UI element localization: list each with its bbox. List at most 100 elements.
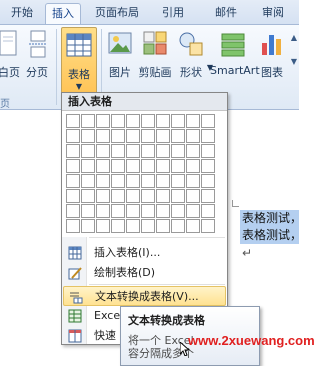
table-grid-cell[interactable] [111,189,125,203]
tab-references[interactable]: 引用 [155,3,191,24]
table-grid-cell[interactable] [156,219,170,233]
table-grid-cell[interactable] [186,144,200,158]
table-grid-cell[interactable] [171,114,185,128]
table-grid-cell[interactable] [201,159,215,173]
table-grid-cell[interactable] [186,114,200,128]
table-grid-cell[interactable] [96,144,110,158]
page-break-button[interactable]: 分页 [24,29,50,80]
table-grid-cell[interactable] [111,129,125,143]
table-grid-cell[interactable] [111,219,125,233]
table-grid-cell[interactable] [141,129,155,143]
table-grid-cell[interactable] [156,144,170,158]
table-grid-cell[interactable] [201,144,215,158]
table-grid-cell[interactable] [171,189,185,203]
selected-text-line[interactable]: 表格测试， [240,227,299,244]
table-grid-cell[interactable] [186,204,200,218]
table-grid-cell[interactable] [141,204,155,218]
table-grid-cell[interactable] [156,204,170,218]
table-grid-cell[interactable] [126,144,140,158]
table-grid-cell[interactable] [201,129,215,143]
table-grid-cell[interactable] [96,159,110,173]
table-grid-cell[interactable] [141,159,155,173]
table-grid-cell[interactable] [66,189,80,203]
table-grid-cell[interactable] [66,219,80,233]
table-grid-cell[interactable] [126,174,140,188]
table-grid-cell[interactable] [81,159,95,173]
table-grid-cell[interactable] [186,219,200,233]
tab-page-layout[interactable]: 页面布局 [86,3,148,24]
table-grid-cell[interactable] [96,204,110,218]
table-grid-cell[interactable] [156,159,170,173]
table-grid-cell[interactable] [111,204,125,218]
table-grid-cell[interactable] [141,114,155,128]
clip-art-button[interactable]: 剪贴画 [137,29,173,80]
tab-insert[interactable]: 插入 [45,3,81,24]
table-grid-cell[interactable] [141,174,155,188]
table-grid-cell[interactable] [66,204,80,218]
table-grid-cell[interactable] [126,219,140,233]
table-grid-cell[interactable] [171,204,185,218]
table-grid-cell[interactable] [156,129,170,143]
table-grid-cell[interactable] [201,204,215,218]
table-grid-cell[interactable] [111,174,125,188]
table-grid-cell[interactable] [201,174,215,188]
table-size-grid[interactable] [66,114,215,233]
table-grid-cell[interactable] [111,114,125,128]
table-grid-cell[interactable] [141,189,155,203]
table-grid-cell[interactable] [81,189,95,203]
table-grid-cell[interactable] [186,174,200,188]
table-button[interactable]: 表格 ▼ [61,27,97,95]
table-grid-cell[interactable] [156,114,170,128]
ribbon-scroll-down-icon[interactable]: ▼ [291,57,297,66]
table-grid-cell[interactable] [66,159,80,173]
smartart-button[interactable]: SmartArt [210,29,260,77]
table-grid-cell[interactable] [81,114,95,128]
table-grid-cell[interactable] [96,174,110,188]
table-grid-cell[interactable] [126,189,140,203]
picture-button[interactable]: 图片 [105,29,135,80]
table-grid-cell[interactable] [186,159,200,173]
table-grid-cell[interactable] [111,144,125,158]
table-grid-cell[interactable] [66,129,80,143]
table-grid-cell[interactable] [201,219,215,233]
table-grid-cell[interactable] [126,129,140,143]
table-grid-cell[interactable] [171,144,185,158]
table-grid-cell[interactable] [156,174,170,188]
table-grid-cell[interactable] [96,219,110,233]
table-grid-cell[interactable] [96,129,110,143]
table-grid-cell[interactable] [81,219,95,233]
table-grid-cell[interactable] [186,189,200,203]
table-grid-cell[interactable] [126,159,140,173]
table-grid-cell[interactable] [66,174,80,188]
table-grid-cell[interactable] [81,204,95,218]
table-grid-cell[interactable] [186,129,200,143]
table-grid-cell[interactable] [141,219,155,233]
table-grid-cell[interactable] [126,114,140,128]
draw-table-item[interactable]: 绘制表格(D) [63,263,226,283]
table-grid-cell[interactable] [141,144,155,158]
table-grid-cell[interactable] [171,129,185,143]
table-grid-cell[interactable] [201,189,215,203]
table-grid-cell[interactable] [66,144,80,158]
table-grid-cell[interactable] [171,174,185,188]
table-grid-cell[interactable] [81,129,95,143]
table-grid-cell[interactable] [201,114,215,128]
selected-text-line[interactable]: 表格测试， [240,210,299,227]
table-grid-cell[interactable] [156,189,170,203]
chart-button[interactable]: 图表 [258,29,286,80]
table-grid-cell[interactable] [96,114,110,128]
table-grid-cell[interactable] [81,174,95,188]
ribbon-scroll-up-icon[interactable]: ▲ [291,33,297,42]
table-grid-cell[interactable] [126,204,140,218]
table-grid-cell[interactable] [171,159,185,173]
blank-page-button[interactable]: 白页 [0,29,22,80]
shapes-button[interactable]: 形状 ▼ [175,29,213,80]
insert-table-item[interactable]: 插入表格(I)... [63,243,226,263]
table-grid-cell[interactable] [111,159,125,173]
table-grid-cell[interactable] [96,189,110,203]
table-grid-cell[interactable] [81,144,95,158]
tab-review[interactable]: 审阅 [255,3,291,24]
convert-text-to-table-item[interactable]: 文本转换成表格(V)... [63,286,226,306]
tab-home[interactable]: 开始 [2,3,42,24]
tab-mailings[interactable]: 邮件 [208,3,244,24]
